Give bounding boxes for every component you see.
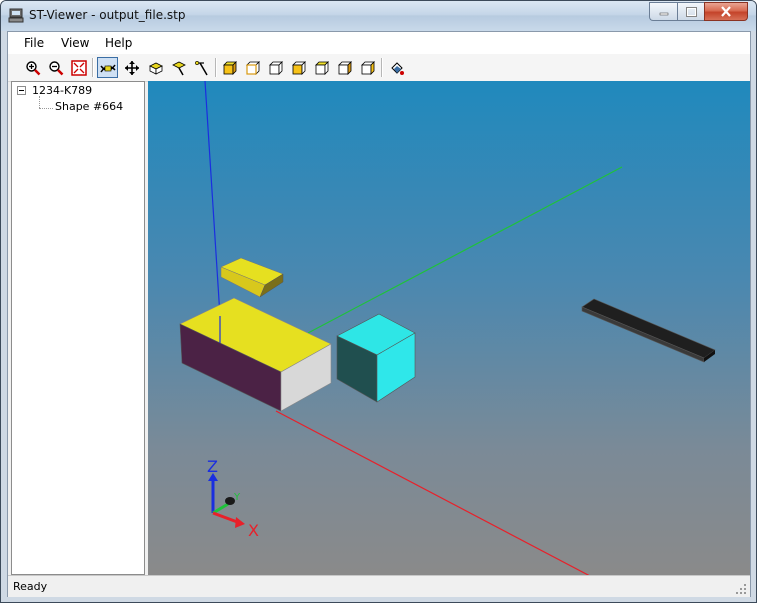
menu-bar: File View Help — [8, 32, 750, 55]
view-back-button[interactable] — [265, 57, 286, 78]
maximize-icon — [685, 6, 697, 17]
main-window: ST-Viewer - output_file.stp File View He… — [0, 0, 757, 603]
rotate-button[interactable] — [97, 57, 118, 78]
menu-file[interactable]: File — [24, 36, 44, 50]
close-icon — [721, 6, 731, 17]
small-yellow-block[interactable] — [220, 257, 284, 298]
tree-connector — [39, 96, 40, 108]
axis-y-label: Y — [233, 492, 241, 503]
select-vertex-button[interactable] — [191, 57, 212, 78]
3d-viewport[interactable]: Z Y X — [148, 81, 750, 575]
toolbar-separator — [215, 58, 217, 77]
close-button[interactable] — [704, 2, 748, 21]
axis-z-label: Z — [207, 457, 218, 476]
view-left-button[interactable] — [334, 57, 355, 78]
tree-node-root[interactable]: 1234-K789 — [32, 84, 92, 97]
toolbar — [8, 54, 750, 82]
view-iso-button[interactable] — [219, 57, 240, 78]
axis-x-label: X — [248, 521, 259, 540]
tree-node-shape[interactable]: Shape #664 — [55, 100, 123, 113]
shading-button[interactable] — [386, 57, 407, 78]
zoom-out-icon — [48, 60, 63, 75]
title-bar[interactable]: ST-Viewer - output_file.stp — [1, 1, 756, 31]
view-iso-icon — [222, 60, 237, 75]
view-right-icon — [360, 60, 375, 75]
menu-help[interactable]: Help — [105, 36, 132, 50]
shading-icon — [390, 61, 404, 75]
view-bottom-button[interactable] — [311, 57, 332, 78]
model-tree: 1234-K789 Shape #664 — [11, 81, 145, 575]
axis-triad: Z Y X — [207, 457, 259, 540]
select-vertex-icon — [194, 60, 208, 75]
client-area: File View Help 1234-K789 Shape #664 Z Y … — [7, 31, 751, 597]
view-bottom-icon — [314, 60, 329, 75]
rotate-icon — [99, 64, 116, 72]
select-edge-button[interactable] — [168, 57, 189, 78]
resize-grip-icon[interactable] — [736, 584, 747, 595]
y-axis-line — [307, 166, 623, 334]
view-front-button[interactable] — [242, 57, 263, 78]
select-face-icon — [148, 62, 163, 75]
view-top-button[interactable] — [288, 57, 309, 78]
toolbar-separator — [381, 58, 383, 77]
view-left-icon — [337, 60, 352, 75]
view-top-icon — [291, 60, 306, 75]
pan-icon — [124, 60, 139, 75]
maximize-button[interactable] — [677, 2, 704, 21]
view-back-icon — [268, 60, 283, 75]
status-bar: Ready — [8, 575, 750, 597]
z-axis-line — [204, 81, 221, 317]
app-icon — [8, 8, 24, 23]
tree-collapse-toggle[interactable] — [17, 86, 26, 95]
x-axis-line — [275, 410, 590, 575]
select-face-button[interactable] — [145, 57, 166, 78]
view-right-button[interactable] — [357, 57, 378, 78]
zoom-in-button[interactable] — [22, 57, 43, 78]
zoom-in-icon — [25, 60, 40, 75]
toolbar-separator — [92, 58, 94, 77]
zoom-out-button[interactable] — [45, 57, 66, 78]
scene-canvas[interactable]: Z Y X — [148, 81, 750, 575]
tree-connector — [39, 108, 53, 109]
pan-button[interactable] — [121, 57, 142, 78]
window-title: ST-Viewer - output_file.stp — [29, 8, 186, 22]
select-edge-icon — [171, 61, 186, 75]
large-box[interactable] — [179, 297, 332, 412]
zoom-fit-icon — [70, 59, 87, 76]
zoom-fit-button[interactable] — [68, 57, 89, 78]
status-text: Ready — [13, 580, 48, 593]
minimize-button[interactable] — [649, 2, 677, 21]
cyan-cube[interactable] — [336, 313, 416, 403]
menu-view[interactable]: View — [61, 36, 89, 50]
view-front-icon — [245, 60, 260, 75]
dark-bar[interactable] — [581, 298, 716, 363]
minimize-icon — [659, 12, 668, 15]
